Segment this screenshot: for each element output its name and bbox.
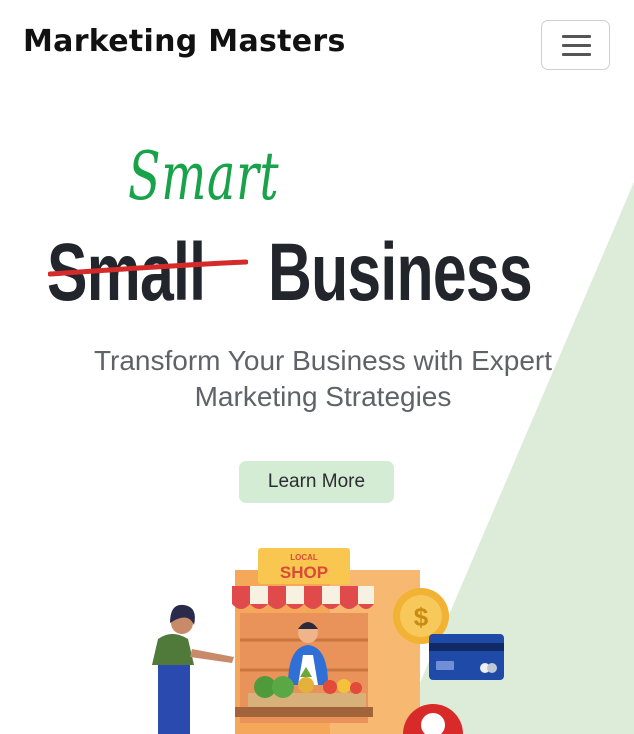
hero-main-word: Business [268, 227, 533, 318]
learn-more-button[interactable]: Learn More [239, 461, 394, 503]
strikethrough-line [48, 259, 248, 277]
shop-sign-main-text: SHOP [280, 563, 328, 582]
brand-logo[interactable]: Marketing Masters [23, 24, 346, 59]
hero-handwritten-word: Smart [128, 138, 280, 215]
hero-section: Smart Small Business Transform Your Busi… [0, 90, 634, 734]
navbar: Marketing Masters [0, 0, 634, 90]
shop-sign: LOCAL SHOP [258, 548, 350, 584]
menu-toggle-button[interactable] [541, 20, 610, 70]
coin-symbol: $ [414, 602, 429, 632]
local-shop-illustration: LOCAL SHOP $ [152, 548, 504, 734]
shop-sign-top-text: LOCAL [290, 553, 318, 562]
credit-card-icon [429, 634, 504, 680]
hero-subtitle: Transform Your Business with Expert Mark… [93, 345, 553, 412]
customer-figure [152, 604, 234, 734]
